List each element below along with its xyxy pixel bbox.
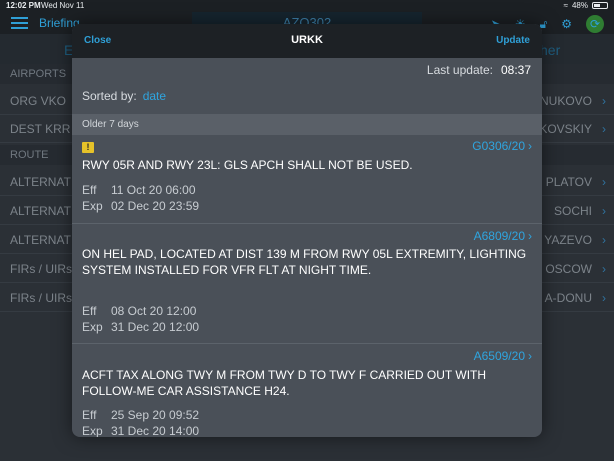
exp-label: Exp	[82, 199, 103, 213]
eff-line: Eff 25 Sep 20 09:52	[82, 407, 199, 423]
exp-label: Exp	[82, 424, 103, 437]
chevron-right-icon: ›	[602, 94, 606, 108]
eff-label: Eff	[82, 183, 97, 197]
row-left: ORG VKO	[10, 94, 67, 108]
exp-value: 31 Dec 20 12:00	[111, 320, 200, 334]
chevron-right-icon: ›	[602, 291, 606, 305]
refresh-icon[interactable]: ⟳	[586, 15, 604, 33]
sort-control: Sorted by: date	[82, 89, 166, 103]
chevron-right-icon: ›	[528, 229, 532, 243]
exp-line: Exp 31 Dec 20 12:00	[82, 319, 199, 335]
battery-fill	[594, 4, 600, 7]
modal-title: URKK	[291, 34, 323, 46]
eff-line: Eff 08 Oct 20 12:00	[82, 303, 199, 319]
update-button[interactable]: Update	[496, 35, 530, 46]
eff-value: 08 Oct 20 12:00	[111, 304, 197, 318]
row-right: PLATOV	[545, 175, 592, 189]
eff-value: 25 Sep 20 09:52	[111, 408, 200, 422]
row-right: A-DONU	[544, 291, 592, 305]
row-left: ALTERNAT	[10, 204, 71, 218]
notam-id-link[interactable]: A6509/20 ›	[474, 349, 532, 363]
hamburger-menu-icon[interactable]	[11, 17, 28, 29]
wifi-icon: ≈	[563, 1, 568, 10]
status-right: ≈ 48%	[564, 1, 608, 10]
notam-modal: Close URKK Update Last update: 08:37 Sort…	[72, 24, 542, 437]
last-update: Last update: 08:37	[427, 63, 531, 77]
row-left: ALTERNAT	[10, 175, 71, 189]
tab-right[interactable]: her	[540, 42, 560, 58]
section-header: Older 7 days	[72, 114, 542, 135]
notam-item[interactable]: ! G0306/20 › RWY 05R AND RWY 23L: GLS APC…	[72, 135, 542, 224]
notam-dates: Eff 11 Oct 20 06:00 Exp 02 Dec 20 23:59	[82, 182, 199, 214]
last-update-value: 08:37	[500, 63, 531, 77]
row-right: YAZEVO	[544, 233, 592, 247]
eff-line: Eff 11 Oct 20 06:00	[82, 182, 199, 198]
status-bar: 12:02 PM Wed Nov 11 ≈ 48%	[0, 0, 614, 12]
notam-id: G0306/20	[472, 139, 525, 153]
battery-percent: 48%	[571, 1, 588, 10]
row-left: FIRs / UIRs	[10, 291, 72, 305]
row-right: SOCHI	[553, 204, 592, 218]
chevron-right-icon: ›	[528, 349, 532, 363]
notam-id-link[interactable]: G0306/20 ›	[472, 139, 532, 153]
eff-label: Eff	[82, 408, 97, 422]
notam-dates: Eff 25 Sep 20 09:52 Exp 31 Dec 20 14:00	[82, 407, 199, 437]
exp-value: 02 Dec 20 23:59	[111, 199, 200, 213]
row-left: FIRs / UIRs	[10, 262, 72, 276]
chevron-right-icon: ›	[602, 233, 606, 247]
modal-header: Close URKK Update	[72, 24, 542, 58]
chevron-right-icon: ›	[528, 139, 532, 153]
notam-text: ON HEL PAD, LOCATED AT DIST 139 M FROM R…	[82, 247, 527, 277]
exp-line: Exp 31 Dec 20 14:00	[82, 423, 199, 437]
row-left: DEST KRR	[10, 122, 71, 136]
row-right: NUKOVO	[539, 94, 592, 108]
notam-text: ACFT TAX ALONG TWY M FROM TWY D TO TWY F…	[82, 368, 487, 398]
battery-icon	[592, 2, 608, 9]
last-update-label: Last update:	[426, 63, 493, 77]
chevron-right-icon: ›	[602, 204, 606, 218]
warning-icon: !	[82, 142, 94, 153]
row-right: OSCOW	[545, 262, 592, 276]
eff-label: Eff	[82, 304, 97, 318]
notam-item[interactable]: A6509/20 › ACFT TAX ALONG TWY M FROM TWY …	[72, 345, 542, 437]
notam-item[interactable]: A6809/20 › ON HEL PAD, LOCATED AT DIST 13…	[72, 225, 542, 344]
notam-id-link[interactable]: A6809/20 ›	[474, 229, 532, 243]
notam-text: RWY 05R AND RWY 23L: GLS APCH SHALL NOT …	[82, 158, 413, 172]
notam-id: A6809/20	[473, 229, 525, 243]
exp-value: 31 Dec 20 14:00	[111, 424, 200, 437]
notam-dates: Eff 08 Oct 20 12:00 Exp 31 Dec 20 12:00	[82, 303, 199, 335]
chevron-right-icon: ›	[602, 122, 606, 136]
exp-label: Exp	[82, 320, 103, 334]
row-left: ALTERNAT	[10, 233, 71, 247]
notam-id: A6509/20	[473, 349, 525, 363]
sort-option-link[interactable]: date	[143, 89, 166, 103]
status-date: Wed Nov 11	[41, 1, 85, 10]
status-time: 12:02 PM	[6, 1, 41, 10]
exp-line: Exp 02 Dec 20 23:59	[82, 198, 199, 214]
sorted-label: Sorted by:	[82, 89, 137, 103]
chevron-right-icon: ›	[602, 262, 606, 276]
chevron-right-icon: ›	[602, 175, 606, 189]
eff-value: 11 Oct 20 06:00	[111, 183, 196, 197]
gear-icon[interactable]: ⚙	[561, 17, 572, 31]
row-right: KOVSKIY	[539, 122, 592, 136]
